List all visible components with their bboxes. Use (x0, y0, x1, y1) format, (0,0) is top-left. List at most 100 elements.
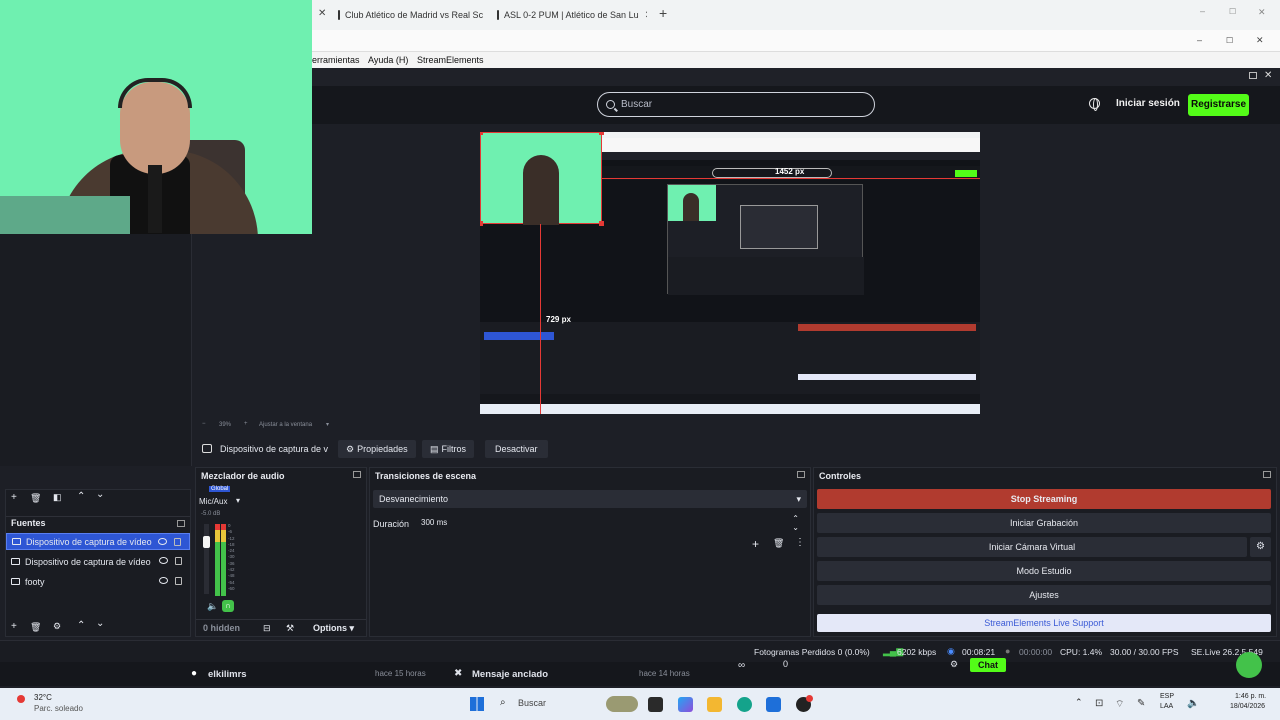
eye-icon[interactable] (159, 557, 168, 564)
chevron-down-icon[interactable]: ⌄ (96, 618, 104, 629)
deactivate-button[interactable]: Desactivar (485, 440, 548, 458)
taskbar-search[interactable]: Buscar (518, 698, 546, 708)
copilot-icon[interactable] (678, 697, 693, 712)
close-tab-icon[interactable]: ✕ (318, 8, 326, 19)
settings-button[interactable]: Ajustes (817, 585, 1271, 605)
maximize-button[interactable]: ☐ (1229, 7, 1236, 16)
start-recording-button[interactable]: Iniciar Grabación (817, 513, 1271, 533)
search-input[interactable]: Buscar (597, 92, 875, 117)
clock-date[interactable]: 18/04/2026 (1230, 703, 1265, 710)
studio-mode-button[interactable]: Modo Estudio (817, 561, 1271, 581)
gear-icon[interactable]: ⚙ (53, 621, 61, 632)
network-icon[interactable]: ⊡ (1095, 698, 1103, 709)
chevron-up-icon[interactable]: ⌃ (1075, 697, 1083, 708)
trash-icon[interactable]: 🗑 (30, 622, 41, 633)
grid-icon[interactable]: ◧ (53, 492, 62, 503)
lock-icon[interactable] (175, 577, 182, 585)
chat-button[interactable]: Chat (970, 658, 1006, 672)
menu-tools[interactable]: erramientas (312, 55, 360, 65)
add-icon[interactable]: + (11, 492, 17, 503)
volume-slider-handle[interactable] (203, 536, 210, 548)
language-bottom[interactable]: LAA (1160, 703, 1173, 710)
chevron-down-icon[interactable]: ⌄ (792, 519, 799, 537)
source-item[interactable]: Dispositivo de captura de vídeo (6, 533, 190, 550)
more-icon[interactable]: ⋮ (795, 537, 805, 548)
windows-start-icon[interactable] (470, 697, 484, 711)
properties-button[interactable]: ⚙ Propiedades (338, 440, 416, 458)
chevron-down-icon[interactable]: ⌄ (96, 489, 104, 500)
undock-icon[interactable] (1249, 72, 1257, 79)
new-tab-button[interactable]: + (659, 5, 667, 21)
duration-input[interactable]: 300 ms ⌃ ⌄ (415, 514, 807, 532)
menu-help[interactable]: Ayuda (H) (368, 55, 408, 65)
resize-handle[interactable] (480, 221, 483, 226)
zoom-out-button[interactable]: − (202, 421, 206, 427)
undock-icon[interactable] (353, 471, 361, 478)
wrench-icon[interactable]: ⚒ (286, 623, 294, 634)
options-button[interactable]: Options ▾ (313, 623, 354, 634)
webcam-source-selection[interactable] (480, 132, 604, 226)
gear-icon[interactable]: ⚙ (950, 659, 958, 670)
layout-icon[interactable]: ⊟ (263, 623, 271, 634)
headphones-icon[interactable]: ∩ (222, 600, 234, 612)
undock-icon[interactable] (797, 471, 805, 478)
pen-icon[interactable]: ✎ (1137, 698, 1145, 709)
volume-icon[interactable]: 🔈 (1187, 698, 1199, 709)
fit-window-dropdown[interactable]: Ajustar a la ventana (259, 422, 312, 428)
store-icon[interactable] (766, 697, 781, 712)
resize-handle[interactable] (480, 132, 483, 135)
close-icon[interactable]: ✕ (1264, 70, 1272, 81)
folder-icon[interactable] (707, 697, 722, 712)
add-icon[interactable]: + (11, 621, 17, 632)
gear-icon[interactable]: ⚙ (1250, 537, 1271, 557)
volume-slider-track[interactable] (203, 524, 210, 594)
trash-icon[interactable]: 🗑 (30, 493, 41, 504)
chevron-up-icon[interactable]: ⌃ (77, 491, 85, 502)
chevron-up-icon[interactable]: ⌃ (77, 620, 85, 631)
browser-tab[interactable]: ASL 0-2 PUM | Atlético de San Lu ✕ (497, 6, 647, 24)
live-support-button[interactable]: StreamElements Live Support (817, 614, 1271, 632)
wifi-icon[interactable]: ⌔ (1115, 698, 1124, 711)
filters-button[interactable]: ▤ Filtros (422, 440, 475, 458)
preview-canvas[interactable]: 1452 px 729 px (480, 132, 980, 414)
source-item[interactable]: Dispositivo de captura de vídeo (6, 553, 190, 570)
transition-select[interactable]: Desvanecimiento ▾ (373, 490, 807, 508)
search-icon[interactable]: ⌕ (500, 697, 506, 708)
widget-icon[interactable] (606, 696, 638, 712)
close-tab-icon[interactable]: ✕ (645, 10, 647, 21)
eye-icon[interactable] (159, 577, 168, 584)
chevron-down-icon[interactable]: ▾ (236, 496, 240, 505)
source-item[interactable]: footy (6, 573, 190, 590)
globe-icon[interactable] (1089, 98, 1100, 111)
pinned-message[interactable]: Mensaje anclado (472, 669, 548, 680)
menu-streamelements[interactable]: StreamElements (417, 55, 484, 65)
login-button[interactable]: Iniciar sesión (1116, 98, 1180, 109)
file-explorer-icon[interactable] (648, 697, 663, 712)
chat-username[interactable]: elkilimrs (208, 669, 247, 680)
minimize-button[interactable]: – (1197, 35, 1202, 45)
register-button[interactable]: Registrarse (1188, 94, 1249, 116)
chat-bubble-icon[interactable] (1236, 652, 1262, 678)
virtual-camera-button[interactable]: Iniciar Cámara Virtual (817, 537, 1247, 557)
language-top[interactable]: ESP (1160, 693, 1174, 700)
trash-icon[interactable]: 🗑 (773, 538, 784, 549)
add-icon[interactable]: + (752, 537, 759, 551)
undock-icon[interactable] (177, 520, 185, 527)
close-window-button[interactable]: ✕ (1258, 7, 1266, 18)
speaker-icon[interactable]: 🔈 (207, 601, 218, 612)
resize-handle[interactable] (599, 132, 604, 135)
browser-tab[interactable]: Club Atlético de Madrid vs Real Sc ✕ (338, 6, 488, 24)
lock-icon[interactable] (175, 557, 182, 565)
maximize-button[interactable]: ☐ (1226, 36, 1233, 45)
resize-handle[interactable] (599, 221, 604, 226)
lock-icon[interactable] (174, 538, 181, 546)
edge-icon[interactable] (737, 697, 752, 712)
close-window-button[interactable]: ✕ (1256, 35, 1264, 46)
minimize-button[interactable]: – (1200, 6, 1205, 16)
eye-icon[interactable] (158, 538, 167, 545)
chevron-down-icon[interactable]: ▾ (326, 421, 329, 428)
stop-streaming-button[interactable]: Stop Streaming (817, 489, 1271, 509)
zoom-in-button[interactable]: + (244, 421, 248, 427)
clock-time[interactable]: 1:46 p. m. (1235, 693, 1266, 700)
undock-icon[interactable] (1263, 471, 1271, 478)
